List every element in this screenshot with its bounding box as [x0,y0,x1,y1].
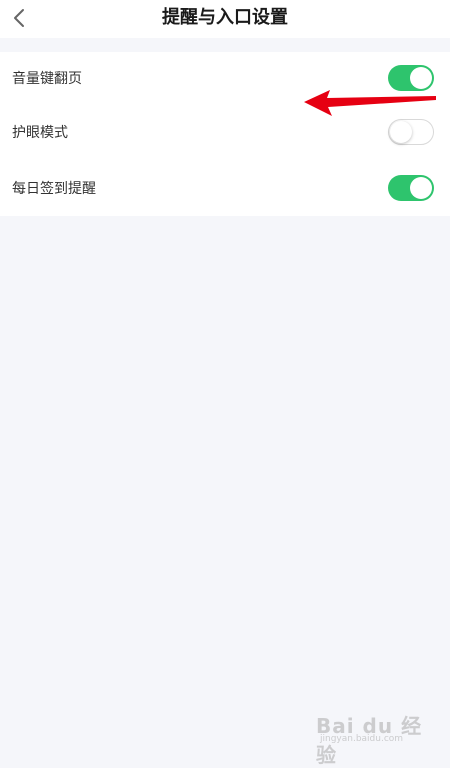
setting-label: 音量键翻页 [12,71,82,87]
toggle-knob [390,121,412,143]
page-title: 提醒与入口设置 [162,7,288,28]
setting-label: 每日签到提醒 [12,181,96,197]
toggle-knob [410,177,432,199]
top-bar: 提醒与入口设置 [0,0,450,38]
setting-label: 护眼模式 [12,125,68,141]
watermark: Bai du 经验 jingyan.baidu.com [316,708,426,767]
eye-protection-toggle[interactable] [388,119,434,145]
annotation-arrow-icon [304,90,436,116]
settings-list: 音量键翻页 护眼模式 每日签到提醒 [0,52,450,216]
watermark-url: jingyan.baidu.com [320,734,404,744]
daily-checkin-toggle[interactable] [388,175,434,201]
setting-row-daily-checkin: 每日签到提醒 [0,162,450,216]
